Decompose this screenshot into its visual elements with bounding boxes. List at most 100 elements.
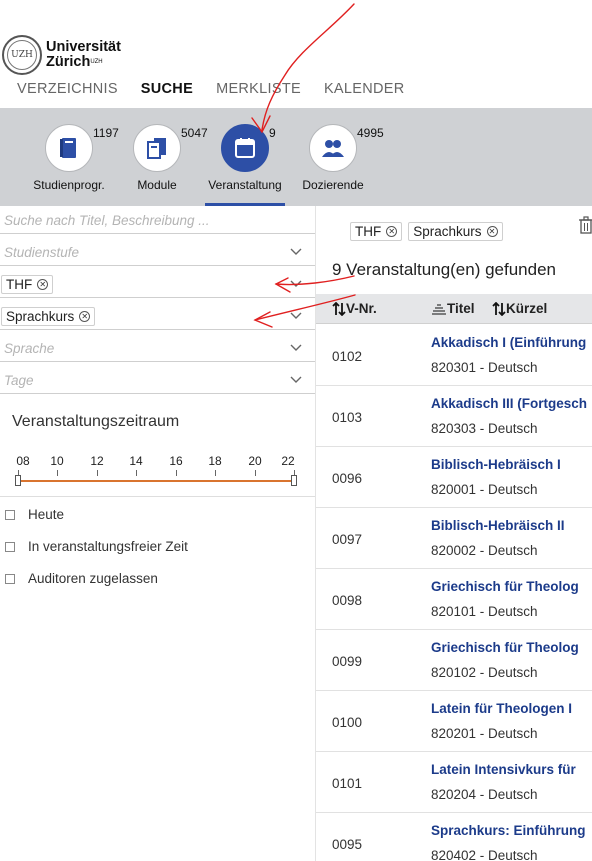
tick-label: 18	[208, 454, 222, 468]
row-number: 0099	[332, 654, 363, 669]
active-filter-chip[interactable]: Sprachkurs ✕	[408, 222, 503, 241]
row-title-link[interactable]: Biblisch-Hebräisch I	[431, 457, 561, 472]
tick-label: 22	[281, 454, 295, 468]
sprache-select[interactable]: Sprache	[0, 336, 315, 362]
row-title-link[interactable]: Griechisch für Theolog	[431, 579, 579, 594]
column-number[interactable]: V-Nr.	[332, 301, 377, 316]
column-title[interactable]: Titel	[431, 301, 475, 316]
university-seal-icon: UZH	[2, 35, 42, 75]
checkbox-label: In veranstaltungsfreier Zeit	[28, 539, 188, 554]
type-tag[interactable]: Sprachkurs ✕	[1, 307, 96, 326]
row-title-link[interactable]: Biblisch-Hebräisch II	[431, 518, 565, 533]
tick-mark	[136, 470, 137, 476]
chevron-down-icon	[290, 312, 302, 319]
nav-merkliste[interactable]: MERKLISTE	[216, 81, 301, 97]
row-number: 0098	[332, 593, 363, 608]
tick-mark	[255, 470, 256, 476]
people-icon	[309, 124, 357, 172]
logo-text: Universität ZürichUZH	[46, 40, 121, 70]
remove-tag-icon[interactable]: ✕	[37, 279, 49, 290]
category-label: Veranstaltung	[208, 178, 282, 192]
table-row[interactable]: 0097 Biblisch-Hebräisch II 820002 - Deut…	[316, 508, 592, 569]
table-header: V-Nr. Titel Kürzel	[316, 294, 592, 324]
row-number: 0097	[332, 532, 363, 547]
table-row[interactable]: 0100 Latein für Theologen I 820201 - Deu…	[316, 691, 592, 752]
book-icon	[45, 124, 93, 172]
row-number: 0103	[332, 410, 363, 425]
faculty-select[interactable]: THF ✕	[0, 272, 315, 298]
category-count: 9	[269, 126, 276, 140]
row-number: 0095	[332, 837, 363, 852]
type-tag-label: Sprachkurs	[6, 309, 75, 324]
checkbox-box[interactable]	[5, 509, 15, 520]
category-module[interactable]: 5047 Module	[117, 124, 208, 192]
checkbox-label: Heute	[28, 507, 65, 522]
row-title-link[interactable]: Griechisch für Theolog	[431, 640, 579, 655]
row-subtitle: 820303 - Deutsch	[431, 421, 538, 436]
row-subtitle: 820102 - Deutsch	[431, 665, 538, 680]
table-row[interactable]: 0102 Akkadisch I (Einführung 820301 - De…	[316, 325, 592, 386]
chevron-down-icon	[290, 344, 302, 351]
tick-label: 20	[248, 454, 262, 468]
checkbox-auditoren[interactable]: Auditoren zugelassen	[5, 571, 158, 586]
row-title-link[interactable]: Latein Intensivkurs für	[431, 762, 576, 777]
remove-chip-icon[interactable]: ✕	[386, 226, 398, 237]
row-subtitle: 820204 - Deutsch	[431, 787, 538, 802]
column-title-label: Titel	[447, 301, 475, 316]
studienstufe-select[interactable]: Studienstufe	[0, 240, 315, 266]
tick-mark	[97, 470, 98, 476]
nav-kalender[interactable]: KALENDER	[324, 81, 405, 97]
trash-icon[interactable]	[578, 216, 592, 234]
checkbox-heute[interactable]: Heute	[5, 507, 64, 522]
category-studienprogramme[interactable]: 1197 Studienprogr.	[29, 124, 119, 192]
category-label: Dozierende	[302, 178, 364, 192]
chip-label: Sprachkurs	[413, 224, 482, 239]
table-row[interactable]: 0096 Biblisch-Hebräisch I 820001 - Deuts…	[316, 447, 592, 508]
remove-chip-icon[interactable]: ✕	[486, 226, 498, 237]
row-number: 0100	[332, 715, 363, 730]
column-short-label: Kürzel	[506, 301, 548, 316]
tage-select[interactable]: Tage	[0, 368, 315, 394]
sprache-placeholder: Sprache	[4, 341, 55, 356]
nav-verzeichnis[interactable]: VERZEICHNIS	[17, 81, 118, 97]
row-title-link[interactable]: Akkadisch III (Fortgesch	[431, 396, 587, 411]
tick-mark	[176, 470, 177, 476]
tick-label: 12	[90, 454, 104, 468]
row-title-link[interactable]: Akkadisch I (Einführung	[431, 335, 586, 350]
slider-handle-end[interactable]	[291, 475, 297, 486]
tick-label: 16	[169, 454, 183, 468]
category-veranstaltung[interactable]: 9 Veranstaltung	[205, 124, 285, 192]
faculty-tag[interactable]: THF ✕	[1, 275, 54, 294]
filter-panel: Suche nach Titel, Beschreibung ... Studi…	[0, 206, 316, 861]
checkbox-box[interactable]	[5, 573, 15, 584]
table-row[interactable]: 0098 Griechisch für Theolog 820101 - Deu…	[316, 569, 592, 630]
active-filter-chip[interactable]: THF ✕	[350, 222, 403, 241]
table-row[interactable]: 0103 Akkadisch III (Fortgesch 820303 - D…	[316, 386, 592, 447]
checkbox-veranstaltungsfreie-zeit[interactable]: In veranstaltungsfreier Zeit	[5, 539, 188, 554]
row-title-link[interactable]: Latein für Theologen I	[431, 701, 572, 716]
nav-suche[interactable]: SUCHE	[141, 81, 193, 97]
tage-placeholder: Tage	[4, 373, 34, 388]
row-subtitle: 820101 - Deutsch	[431, 604, 538, 619]
category-dozierende[interactable]: 4995 Dozierende	[293, 124, 384, 192]
checkbox-label: Auditoren zugelassen	[28, 571, 158, 586]
slider-track	[18, 480, 294, 482]
table-row[interactable]: 0099 Griechisch für Theolog 820102 - Deu…	[316, 630, 592, 691]
remove-tag-icon[interactable]: ✕	[79, 311, 91, 322]
category-bar: 1197 Studienprogr. 5047 Module 9 Veranst…	[0, 108, 592, 206]
time-range-slider[interactable]: 08 10 12 14 16 18 20 22	[0, 452, 315, 497]
modules-icon	[133, 124, 181, 172]
type-select[interactable]: Sprachkurs ✕	[0, 304, 315, 330]
slider-handle-start[interactable]	[15, 475, 21, 486]
row-title-link[interactable]: Sprachkurs: Einführung	[431, 823, 586, 838]
table-row[interactable]: 0101 Latein Intensivkurs für 820204 - De…	[316, 752, 592, 813]
row-number: 0101	[332, 776, 363, 791]
table-row[interactable]: 0095 Sprachkurs: Einführung 820402 - Deu…	[316, 813, 592, 861]
row-subtitle: 820301 - Deutsch	[431, 360, 538, 375]
checkbox-box[interactable]	[5, 541, 15, 552]
search-input[interactable]: Suche nach Titel, Beschreibung ...	[0, 208, 315, 234]
tick-mark	[57, 470, 58, 476]
uzh-logo[interactable]: UZH Universität ZürichUZH	[2, 34, 142, 76]
column-short[interactable]: Kürzel	[492, 301, 547, 316]
row-subtitle: 820002 - Deutsch	[431, 543, 538, 558]
